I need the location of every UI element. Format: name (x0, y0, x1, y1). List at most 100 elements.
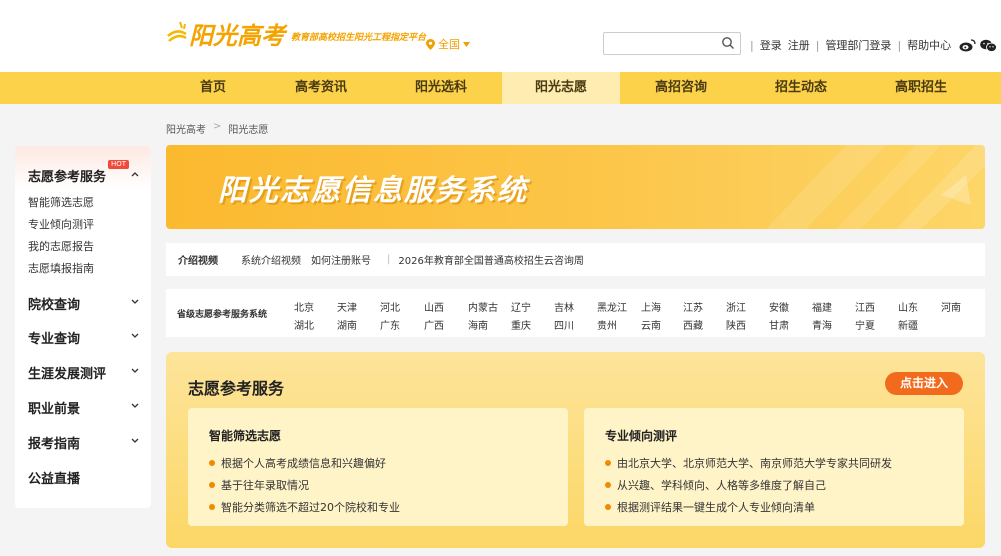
province-link[interactable]: 辽宁 (511, 299, 531, 314)
help-center-link[interactable]: 帮助中心 (907, 37, 951, 53)
bullet-dot-icon (209, 504, 215, 510)
logo-text: 阳光高考 (189, 20, 285, 50)
feature-item: 根据测评结果一键生成个人专业倾向清单 (605, 499, 815, 515)
province-link[interactable]: 内蒙古 (468, 299, 498, 314)
site-logo[interactable]: 阳光高考 教育部高校招生阳光工程指定平台 (166, 12, 426, 54)
wechat-icon[interactable] (980, 39, 998, 52)
province-link[interactable]: 广西 (424, 317, 444, 332)
location-pin-icon (426, 38, 435, 50)
sidebar-item-my-report[interactable]: 我的志愿报告 (28, 238, 94, 254)
region-label: 全国 (438, 38, 460, 51)
province-link[interactable]: 山西 (424, 299, 444, 314)
search-icon[interactable] (721, 36, 735, 50)
province-link[interactable]: 江苏 (683, 299, 703, 314)
province-link[interactable]: 安徽 (769, 299, 789, 314)
province-link[interactable]: 浙江 (726, 299, 746, 314)
province-link[interactable]: 陕西 (726, 317, 746, 332)
card-title: 智能筛选志愿 (209, 429, 282, 443)
bullet-dot-icon (209, 482, 215, 488)
nav-vocational[interactable]: 高职招生 (862, 72, 980, 104)
province-services: 省级志愿参考服务系统 北京 天津 河北 山西 内蒙古 辽宁 吉林 黑龙江 上海 江苏 浙江 安徽 福建 江… (166, 289, 985, 337)
register-howto-link[interactable]: 如何注册账号 (311, 252, 371, 267)
banner-decoration (766, 145, 985, 229)
sun-logo-icon (167, 21, 187, 42)
province-link[interactable]: 黑龙江 (597, 299, 627, 314)
province-link[interactable]: 吉林 (554, 299, 574, 314)
bullet-dot-icon (209, 460, 215, 466)
province-link[interactable]: 北京 (294, 299, 314, 314)
nav-home[interactable]: 首页 (154, 72, 272, 104)
nav-volunteer[interactable]: 阳光志愿 (502, 72, 620, 104)
bullet-dot-icon (605, 460, 611, 466)
caret-down-icon (463, 41, 470, 47)
province-link[interactable]: 山东 (898, 299, 918, 314)
province-link[interactable]: 湖南 (337, 317, 357, 332)
breadcrumb-home[interactable]: 阳光高考 (166, 121, 206, 136)
admin-login-link[interactable]: 管理部门登录 (825, 37, 891, 53)
feature-item: 智能分类筛选不超过20个院校和专业 (209, 499, 400, 515)
intro-video-link[interactable]: 系统介绍视频 (241, 252, 301, 267)
province-link[interactable]: 新疆 (898, 317, 918, 332)
province-link[interactable]: 甘肃 (769, 317, 789, 332)
province-link[interactable]: 河北 (380, 299, 400, 314)
province-link[interactable]: 青海 (812, 317, 832, 332)
province-link[interactable]: 海南 (468, 317, 488, 332)
nav-news[interactable]: 高考资讯 (262, 72, 380, 104)
cloud-consultation-link[interactable]: 2026年教育部全国普通高校招生云咨询周 (398, 252, 583, 267)
sidebar-item-major-test[interactable]: 专业倾向测评 (28, 216, 94, 232)
province-link[interactable]: 湖北 (294, 317, 314, 332)
province-link[interactable]: 江西 (855, 299, 875, 314)
smart-filter-card[interactable]: 智能筛选志愿 根据个人高考成绩信息和兴趣偏好 基于往年录取情况 智能分类筛选不超… (188, 408, 568, 526)
volunteer-service-panel: 志愿参考服务 点击进入 智能筛选志愿 根据个人高考成绩信息和兴趣偏好 基于往年录… (166, 352, 985, 548)
sidebar-group-career-test[interactable]: 生涯发展测评 (28, 363, 106, 382)
region-selector[interactable]: 全国 (426, 36, 470, 52)
bullet-dot-icon (605, 504, 611, 510)
breadcrumb-separator: > (213, 121, 222, 132)
province-link[interactable]: 河南 (941, 299, 961, 314)
province-link[interactable]: 重庆 (511, 317, 531, 332)
province-link[interactable]: 贵州 (597, 317, 617, 332)
major-test-card[interactable]: 专业倾向测评 由北京大学、北京师范大学、南京师范大学专家共同研发 从兴趣、学科倾… (584, 408, 964, 526)
province-label: 省级志愿参考服务系统 (177, 310, 268, 320)
chevron-up-icon[interactable] (130, 169, 140, 179)
weibo-icon[interactable] (959, 38, 976, 52)
chevron-down-icon[interactable] (130, 366, 140, 376)
nav-consultation[interactable]: 高招咨询 (622, 72, 740, 104)
sidebar-item-guide[interactable]: 志愿填报指南 (28, 260, 94, 276)
sidebar-group-major-search[interactable]: 专业查询 (28, 328, 80, 347)
sidebar-group-career-prospects[interactable]: 职业前景 (28, 398, 80, 417)
sidebar-group-application-guide[interactable]: 报考指南 (28, 433, 80, 452)
province-link[interactable]: 西藏 (683, 317, 703, 332)
chevron-down-icon[interactable] (130, 401, 140, 411)
province-link[interactable]: 天津 (337, 299, 357, 314)
nav-admission-news[interactable]: 招生动态 (742, 72, 860, 104)
banner-title: 阳光志愿信息服务系统 (218, 173, 529, 207)
chevron-down-icon[interactable] (130, 331, 140, 341)
nav-subject-selection[interactable]: 阳光选科 (382, 72, 500, 104)
province-link[interactable]: 宁夏 (855, 317, 875, 332)
login-link[interactable]: 登录 (760, 37, 782, 53)
register-link[interactable]: 注册 (788, 37, 810, 53)
service-title: 志愿参考服务 (188, 379, 285, 398)
enter-button[interactable]: 点击进入 (885, 372, 963, 395)
feature-item: 由北京大学、北京师范大学、南京师范大学专家共同研发 (605, 455, 892, 471)
province-link[interactable]: 四川 (554, 317, 574, 332)
card-title: 专业倾向测评 (605, 429, 678, 443)
sidebar: 志愿参考服务 HOT 智能筛选志愿 专业倾向测评 我的志愿报告 志愿填报指南 院… (15, 146, 151, 508)
breadcrumb-current: 阳光志愿 (228, 125, 269, 136)
feature-item: 从兴趣、学科倾向、人格等多维度了解自己 (605, 477, 826, 493)
province-link[interactable]: 云南 (641, 317, 661, 332)
sidebar-group-college-search[interactable]: 院校查询 (28, 294, 80, 313)
search-input[interactable] (604, 33, 714, 54)
sidebar-item-smart-filter[interactable]: 智能筛选志愿 (28, 194, 94, 210)
chevron-down-icon[interactable] (130, 297, 140, 307)
logo-slogan: 教育部高校招生阳光工程指定平台 (291, 32, 427, 43)
province-link[interactable]: 广东 (380, 317, 400, 332)
intro-bar: 介绍视频 系统介绍视频 如何注册账号 | 2026年教育部全国普通高校招生云咨询… (166, 243, 985, 276)
search-box[interactable] (603, 32, 741, 55)
province-link[interactable]: 上海 (641, 299, 661, 314)
sidebar-group-volunteer-service[interactable]: 志愿参考服务 (28, 166, 106, 185)
sidebar-group-live[interactable]: 公益直播 (28, 468, 80, 487)
province-link[interactable]: 福建 (812, 299, 832, 314)
chevron-down-icon[interactable] (130, 436, 140, 446)
